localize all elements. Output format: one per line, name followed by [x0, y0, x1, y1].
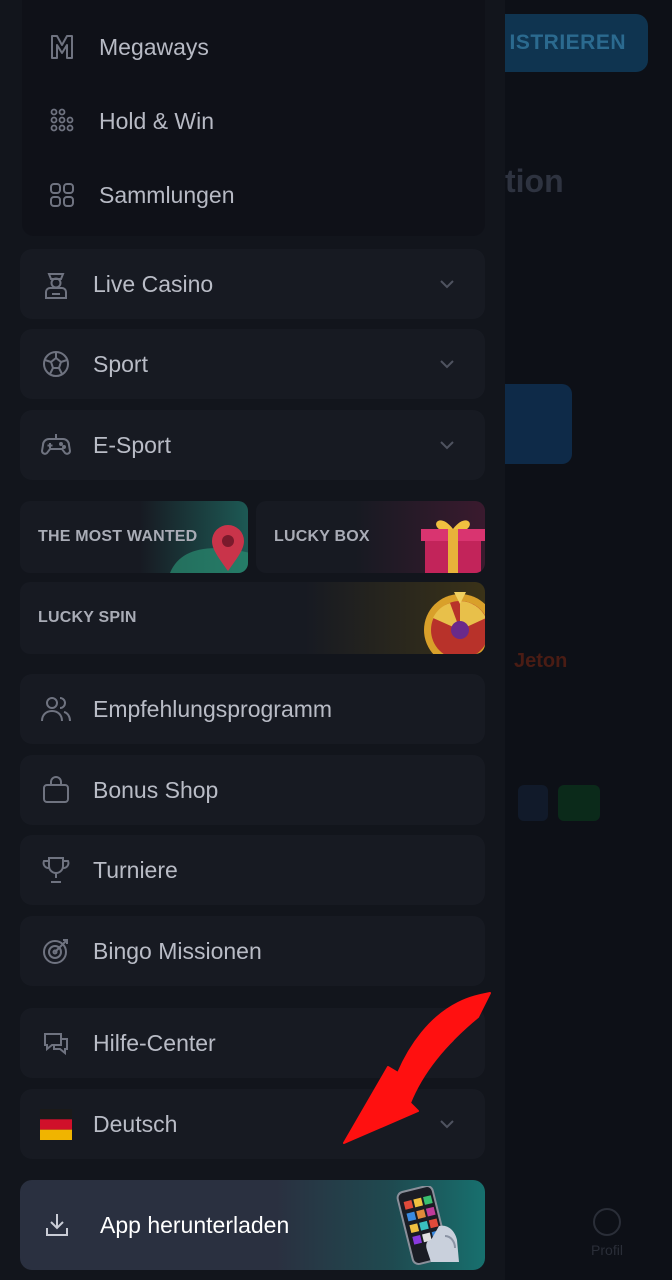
promo-lucky-spin[interactable]: LUCKY SPIN [20, 582, 485, 654]
background-heading: tion [505, 163, 564, 199]
profile-icon [593, 1208, 621, 1236]
submenu-item-megaways[interactable]: Megaways [47, 27, 209, 67]
promo-lucky-box[interactable]: LUCKY BOX [256, 501, 485, 573]
german-flag-icon [40, 1108, 72, 1140]
collections-icon [47, 180, 77, 210]
menu-item-label: Bonus Shop [93, 776, 219, 803]
register-button: ISTRIEREN [488, 14, 648, 72]
shopping-bag-icon [40, 774, 72, 806]
profile-tab: Profil [582, 1208, 632, 1258]
submenu-label: Hold & Win [99, 107, 215, 134]
submenu-label: Sammlungen [99, 181, 235, 208]
wheel-icon [305, 582, 485, 654]
menu-item-label: Empfehlungsprogramm [93, 695, 333, 722]
chevron-down-icon[interactable] [429, 266, 465, 302]
promo-label: THE MOST WANTED [38, 528, 198, 545]
download-app-label: App herunterladen [100, 1211, 290, 1238]
profile-label: Profil [591, 1242, 623, 1258]
menu-item-label: E-Sport [93, 431, 171, 458]
submenu-item-sammlungen[interactable]: Sammlungen [47, 175, 235, 215]
promo-label: LUCKY BOX [274, 528, 370, 545]
phone-hand-icon [396, 1186, 459, 1266]
gamepad-icon [40, 429, 72, 461]
payment-chip [518, 785, 548, 821]
menu-item-bonus-shop[interactable]: Bonus Shop [20, 755, 485, 825]
chevron-down-icon[interactable] [429, 346, 465, 382]
download-icon [42, 1210, 72, 1240]
casino-submenu: Megaways Hold & Win Sammlungen [22, 0, 485, 236]
menu-item-sport[interactable]: Sport [20, 329, 485, 399]
menu-item-empfehlungsprogramm[interactable]: Empfehlungsprogramm [20, 674, 485, 744]
trophy-icon [40, 854, 72, 886]
promo-the-most-wanted[interactable]: THE MOST WANTED [20, 501, 248, 573]
gift-box-icon [355, 501, 485, 573]
menu-item-label: Turniere [93, 856, 178, 883]
target-icon [40, 935, 72, 967]
users-icon [40, 693, 72, 725]
payment-chip [558, 785, 600, 821]
background-banner [505, 384, 572, 464]
hold-win-icon [47, 106, 77, 136]
chevron-down-icon[interactable] [429, 427, 465, 463]
soccer-ball-icon [40, 348, 72, 380]
dealer-icon [40, 268, 72, 300]
menu-item-label: Bingo Missionen [93, 937, 262, 964]
menu-item-live-casino[interactable]: Live Casino [20, 249, 485, 319]
menu-item-label: Live Casino [93, 270, 214, 297]
red-arrow-annotation [343, 992, 491, 1144]
menu-item-bingo-missionen[interactable]: Bingo Missionen [20, 916, 485, 986]
promo-label: LUCKY SPIN [38, 609, 137, 626]
megaways-icon [47, 32, 77, 62]
submenu-item-hold-win[interactable]: Hold & Win [47, 101, 214, 141]
menu-item-esport[interactable]: E-Sport [20, 410, 485, 480]
menu-item-label: Sport [93, 350, 148, 377]
background-red-shape [540, 584, 620, 604]
jeton-logo: Jeton [514, 650, 568, 672]
menu-item-turniere[interactable]: Turniere [20, 835, 485, 905]
chat-icon [40, 1027, 72, 1059]
submenu-label: Megaways [99, 33, 209, 60]
